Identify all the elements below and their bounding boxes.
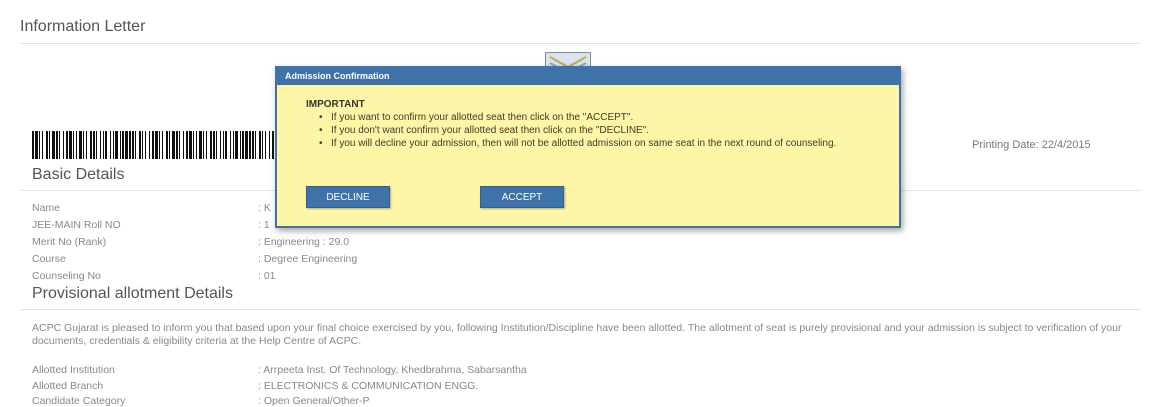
- instruction-list: • If you want to confirm your allotted se…: [317, 111, 887, 150]
- allotment-divider: [20, 309, 1141, 310]
- bullet-icon: •: [319, 112, 323, 123]
- bullet-icon: •: [319, 138, 323, 149]
- instruction-text: If you will decline your admission, then…: [331, 138, 837, 149]
- detail-label-counseling-no: Counseling No: [32, 270, 101, 282]
- bullet-icon: •: [319, 125, 323, 136]
- list-item: • If you will decline your admission, the…: [317, 137, 887, 150]
- detail-value-merit-no: : Engineering : 29.0: [258, 236, 350, 248]
- decline-button[interactable]: DECLINE: [306, 186, 390, 208]
- detail-label-branch: Allotted Branch: [32, 380, 104, 392]
- detail-value-institution: : Arrpeeta Inst. Of Technology, Khedbrah…: [258, 364, 527, 376]
- page-title: Information Letter: [20, 18, 146, 35]
- detail-value-branch: : ELECTRONICS & COMMUNICATION ENGG.: [258, 380, 479, 392]
- detail-label-institution: Allotted Institution: [32, 364, 115, 376]
- important-label: IMPORTANT: [306, 99, 365, 110]
- detail-label-roll-no: JEE-MAIN Roll NO: [32, 219, 121, 231]
- instruction-text: If you want to confirm your allotted sea…: [331, 112, 634, 123]
- admission-confirmation-dialog: Admission Confirmation IMPORTANT • If you…: [275, 66, 901, 228]
- detail-value-roll-no: : 1: [258, 219, 270, 231]
- detail-label-course: Course: [32, 253, 66, 265]
- detail-label-name: Name: [32, 202, 61, 214]
- detail-value-category: : Open General/Other-P: [258, 395, 370, 407]
- allotment-intro-text: ACPC Gujarat is pleased to inform you th…: [32, 322, 1122, 347]
- list-item: • If you want to confirm your allotted se…: [317, 111, 887, 124]
- printing-date: Printing Date: 22/4/2015: [972, 139, 1091, 151]
- detail-value-counseling-no: : 01: [258, 270, 276, 282]
- allotment-heading: Provisional allotment Details: [32, 285, 233, 302]
- list-item: • If you don't want confirm your allotted…: [317, 124, 887, 137]
- detail-value-name: : K: [258, 202, 271, 214]
- detail-value-course: : Degree Engineering: [258, 253, 358, 265]
- accept-button[interactable]: ACCEPT: [480, 186, 564, 208]
- barcode: [32, 131, 274, 159]
- basic-details-heading: Basic Details: [32, 166, 125, 183]
- title-divider: [20, 43, 1141, 44]
- detail-label-category: Candidate Category: [32, 395, 126, 407]
- dialog-title: Admission Confirmation: [277, 68, 899, 85]
- detail-label-merit-no: Merit No (Rank): [32, 236, 107, 248]
- instruction-text: If you don't want confirm your allotted …: [331, 125, 650, 136]
